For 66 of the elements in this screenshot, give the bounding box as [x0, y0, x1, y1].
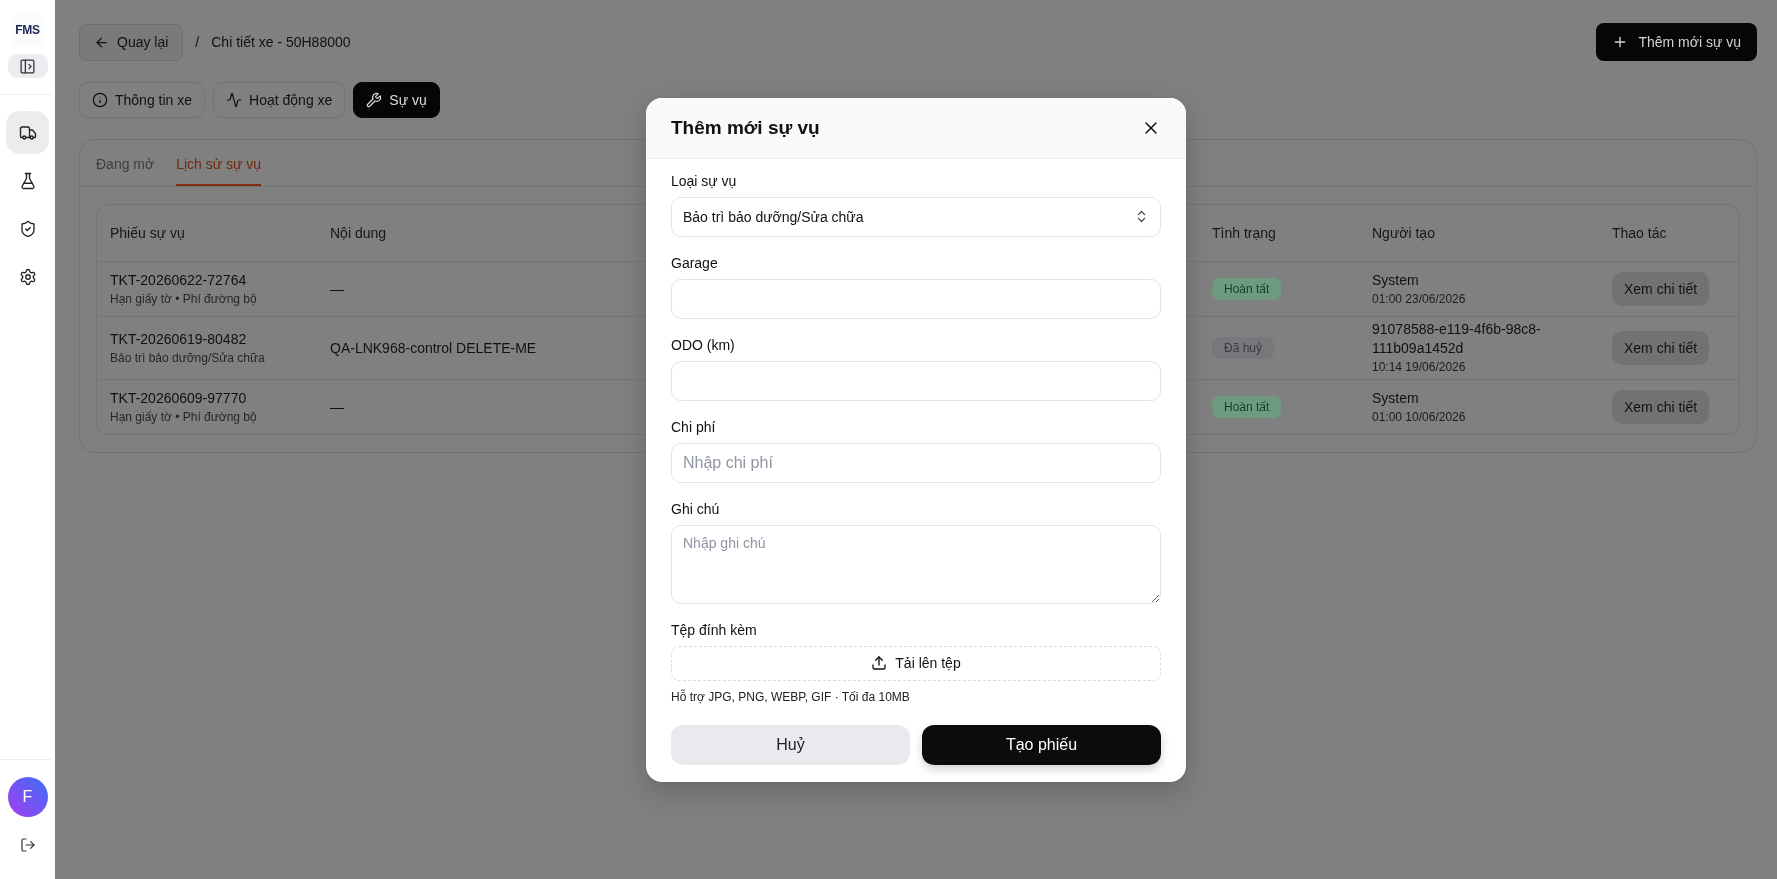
creator-name: System [1372, 388, 1419, 408]
input-field[interactable] [671, 278, 1161, 319]
created-time: 10:14 19/06/2026 [1372, 359, 1466, 376]
flask-icon [18, 171, 37, 190]
logout-button[interactable] [19, 837, 36, 853]
view-details-button[interactable]: Xem chi tiết [1612, 331, 1710, 365]
upload-button[interactable]: Tải lên tệp [671, 645, 1161, 681]
textarea-field[interactable]: Nhập ghi chú [671, 524, 1161, 604]
cancel-button[interactable]: Huỷ [671, 724, 910, 765]
status-badge: Hoàn tất [1212, 396, 1282, 418]
sidebar-toggle-button[interactable] [7, 54, 48, 78]
field-label: Garage [671, 253, 718, 273]
sub-tab[interactable]: Đang mở [96, 140, 155, 186]
ticket-id: TKT-20260609-97770 [110, 389, 247, 408]
ticket-category: Hạn giấy tờ • Phí đường bộ [110, 409, 257, 426]
column-header: Tình trạng [1212, 225, 1276, 241]
nav-item[interactable] [6, 111, 49, 154]
input-field[interactable] [671, 360, 1161, 401]
field-label: ODO (km) [671, 335, 735, 355]
view-tab[interactable]: Sự vụ [353, 82, 440, 118]
wrench-icon [366, 92, 383, 108]
breadcrumb-separator: / [195, 34, 200, 50]
add-incident-button[interactable]: Thêm mới sự vụ [1596, 23, 1757, 61]
back-button[interactable]: Quay lại [79, 23, 184, 61]
ticket-id: TKT-20260619-80482 [110, 330, 247, 349]
created-time: 01:00 10/06/2026 [1372, 408, 1466, 426]
column-header: Phiếu sự vụ [110, 225, 185, 241]
input-field[interactable]: Nhập chi phí [671, 442, 1161, 483]
ticket-id: TKT-20260622-72764 [110, 271, 247, 290]
view-details-button[interactable]: Xem chi tiết [1612, 390, 1710, 424]
logo: FMS [11, 14, 44, 46]
view-tab[interactable]: Hoạt động xe [213, 82, 346, 118]
column-header: Nội dung [330, 225, 387, 241]
shield-check-icon [18, 219, 37, 238]
panel-icon [19, 57, 36, 75]
column-header: Thao tác [1612, 225, 1667, 241]
created-time: 01:00 23/06/2026 [1372, 290, 1466, 308]
ticket-category: Bảo trì bảo dưỡng/Sửa chữa [110, 350, 265, 367]
status-badge: Đã huỷ [1212, 337, 1275, 359]
upload-icon [871, 655, 888, 671]
ticket-category: Hạn giấy tờ • Phí đường bộ [110, 291, 257, 308]
field-label: Loại sự vụ [671, 171, 737, 191]
modal-title: Thêm mới sự vụ [671, 116, 820, 139]
select-field[interactable]: Bảo trì bảo dưỡng/Sửa chữa [671, 196, 1161, 237]
field-label: Chi phí [671, 417, 716, 437]
field-label: Ghi chú [671, 499, 720, 519]
content-text: — [330, 399, 344, 415]
view-tab[interactable]: Thông tin xe [79, 82, 206, 118]
creator-name: 91078588-e119-4f6b-98c8-111b09a1452d [1372, 320, 1542, 358]
settings-icon [18, 267, 37, 286]
status-badge: Hoàn tất [1212, 278, 1282, 300]
pulse-icon [226, 92, 243, 108]
avatar[interactable]: F [7, 777, 48, 817]
breadcrumb-title: Chi tiết xe - 50H88000 [211, 34, 351, 50]
logout-icon [19, 837, 36, 853]
sub-tab[interactable]: Lịch sử sự vụ [176, 140, 262, 186]
content-text: — [330, 281, 344, 297]
creator-name: System [1372, 270, 1419, 290]
upload-hint: Hỗ trợ JPG, PNG, WEBP, GIF · Tối đa 10MB [671, 688, 910, 705]
submit-button[interactable]: Tạo phiếu [922, 724, 1161, 765]
truck-icon [18, 123, 37, 142]
content-text: QA-LNK968-control DELETE-ME [330, 340, 537, 356]
view-details-button[interactable]: Xem chi tiết [1612, 272, 1710, 306]
info-icon [92, 92, 108, 108]
column-header: Người tạo [1372, 225, 1435, 241]
field-label: Tệp đính kèm [671, 620, 757, 640]
